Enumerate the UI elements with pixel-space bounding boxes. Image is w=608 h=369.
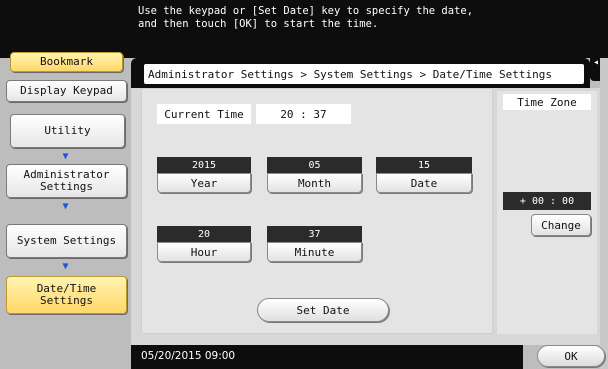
year-button[interactable]: Year [157, 173, 251, 193]
breadcrumb: Administrator Settings > System Settings… [144, 64, 584, 84]
time-zone-value: + 00 : 00 [503, 192, 591, 210]
current-time-label: Current Time [157, 104, 251, 124]
date-field: 15 Date [376, 157, 472, 193]
month-button[interactable]: Month [267, 173, 362, 193]
current-time-value: 20 : 37 [256, 104, 351, 124]
hour-button[interactable]: Hour [157, 242, 251, 262]
minute-button[interactable]: Minute [267, 242, 362, 262]
arrow-down-icon: ▼ [62, 201, 69, 212]
hour-value: 20 [157, 226, 251, 242]
right-edge [600, 58, 608, 369]
change-time-zone-button[interactable]: Change [531, 214, 591, 236]
minute-value: 37 [267, 226, 362, 242]
sidebar-item-administrator-settings[interactable]: Administrator Settings [6, 164, 127, 198]
year-field: 2015 Year [157, 157, 251, 193]
month-field: 05 Month [267, 157, 362, 193]
display-keypad-button[interactable]: Display Keypad [6, 80, 127, 102]
time-zone-panel [497, 91, 597, 334]
date-button[interactable]: Date [376, 173, 472, 193]
ok-button[interactable]: OK [537, 345, 605, 367]
date-value: 15 [376, 157, 472, 173]
status-datetime: 05/20/2015 09:00 [141, 350, 236, 362]
sidebar-item-utility[interactable]: Utility [10, 114, 125, 148]
month-value: 05 [267, 157, 362, 173]
instruction-text: Use the keypad or [Set Date] key to spec… [138, 5, 474, 30]
set-date-button[interactable]: Set Date [257, 298, 389, 322]
arrow-down-icon: ▼ [62, 151, 69, 162]
year-value: 2015 [157, 157, 251, 173]
minute-field: 37 Minute [267, 226, 362, 262]
bookmark-button[interactable]: Bookmark [10, 52, 123, 72]
hour-field: 20 Hour [157, 226, 251, 262]
time-zone-title: Time Zone [503, 94, 591, 110]
sidebar-item-date-time-settings[interactable]: Date/Time Settings [6, 276, 127, 314]
sidebar: Bookmark Display Keypad Utility ▼ Admini… [0, 52, 131, 369]
arrow-down-icon: ▼ [62, 261, 69, 272]
sidebar-item-system-settings[interactable]: System Settings [6, 224, 127, 258]
